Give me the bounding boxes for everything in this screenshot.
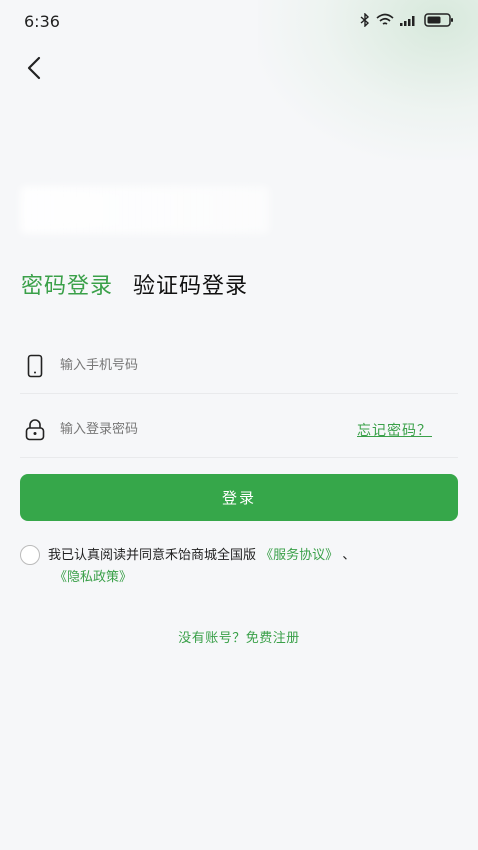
tab-password-login[interactable]: 密码登录 — [21, 268, 113, 300]
logo-area — [20, 186, 270, 234]
phone-field-row — [20, 338, 458, 394]
password-input[interactable] — [60, 422, 320, 437]
password-field-row: 忘记密码？ — [20, 402, 458, 458]
back-button[interactable] — [18, 52, 50, 84]
privacy-policy-link[interactable]: 《隐私政策》 — [54, 570, 132, 585]
login-button[interactable]: 登录 — [20, 474, 458, 521]
lock-icon — [22, 418, 48, 441]
wifi-icon — [376, 13, 394, 25]
agreement-separator: 、 — [342, 548, 356, 563]
phone-icon — [22, 354, 48, 378]
service-agreement-link[interactable]: 《服务协议》 — [260, 548, 338, 563]
agreement-line-2: 《隐私政策》 — [54, 566, 132, 590]
battery-icon — [424, 13, 453, 27]
bluetooth-icon — [360, 13, 370, 27]
status-bar: 6:36 — [0, 0, 478, 44]
signal-icon — [400, 16, 415, 26]
agreement-checkbox[interactable] — [20, 545, 40, 565]
chevron-left-icon — [27, 56, 41, 80]
status-time: 6:36 — [24, 12, 60, 31]
agreement-line-1: 我已认真阅读并同意禾饴商城全国版 《服务协议》 、 — [48, 544, 355, 568]
agreement-text: 我已认真阅读并同意禾饴商城全国版 — [48, 548, 257, 563]
status-icons — [360, 13, 454, 27]
login-tabs: 密码登录 验证码登录 — [21, 268, 248, 300]
login-screen: 6:36 密码登录 验证码登录 输入手机号码 忘记密码？ 登录 我已认真阅读并同… — [0, 0, 478, 850]
phone-input[interactable] — [60, 358, 320, 373]
forgot-password-link[interactable]: 忘记密码？ — [357, 420, 432, 440]
register-link[interactable]: 没有账号？免费注册 — [0, 627, 478, 646]
tab-code-login[interactable]: 验证码登录 — [133, 268, 248, 300]
register-label: 没有账号？免费注册 — [178, 631, 300, 646]
